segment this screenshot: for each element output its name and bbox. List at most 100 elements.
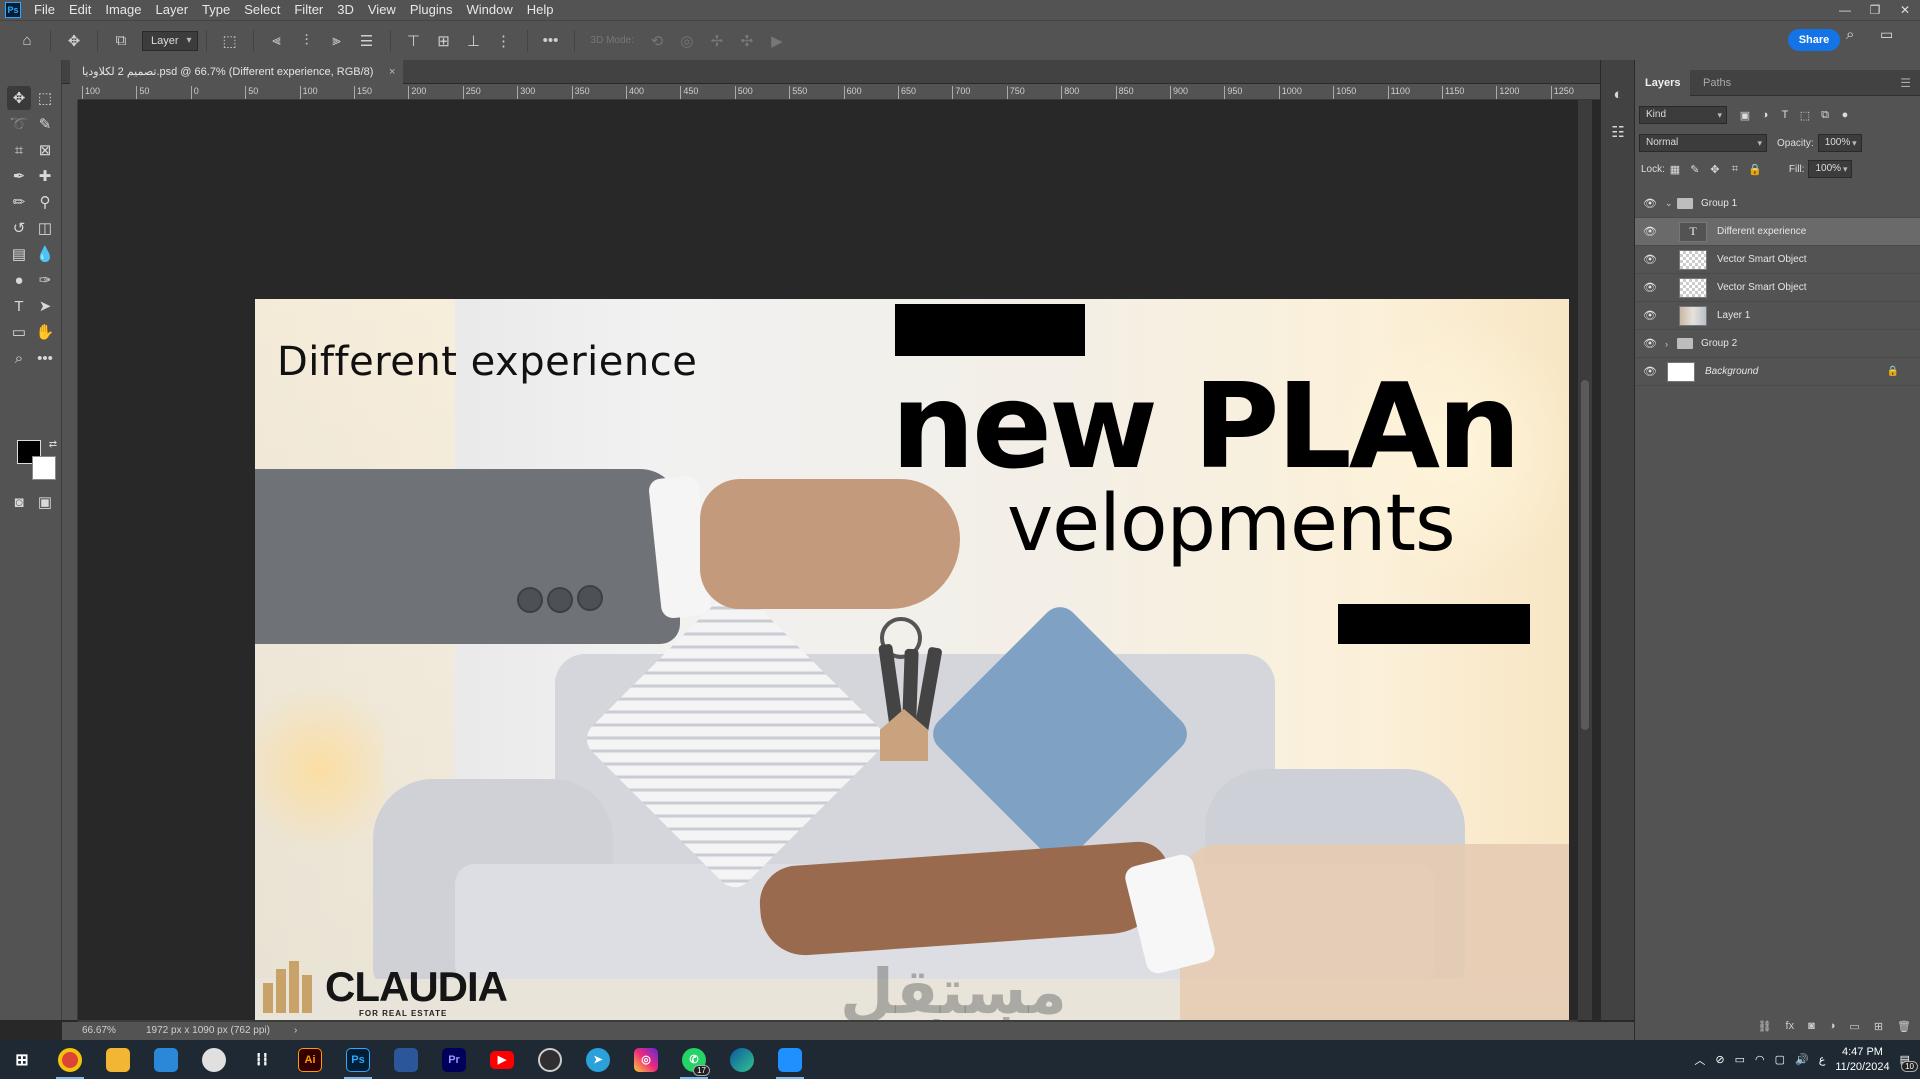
close-window-icon[interactable]: ✕ xyxy=(1890,0,1920,20)
blur-tool-icon[interactable]: 💧 xyxy=(33,242,57,266)
horizontal-ruler[interactable]: 100 50 0 50 100 150 200 250 300 350 400 450 500 550 60… xyxy=(78,84,1634,100)
visibility-eye-icon[interactable]: 👁 xyxy=(1635,281,1665,294)
menu-filter[interactable]: Filter xyxy=(287,0,330,20)
share-button[interactable]: Share xyxy=(1788,29,1840,51)
menu-file[interactable]: File xyxy=(27,0,62,20)
photos-icon[interactable] xyxy=(770,1040,810,1079)
tray-expand-icon[interactable]: ︿ xyxy=(1694,1052,1705,1068)
home-icon[interactable]: ⌂ xyxy=(14,28,40,54)
align-right-icon[interactable]: ⫸ xyxy=(324,28,350,54)
zoom-tool-icon[interactable]: ⌕ xyxy=(7,346,31,370)
tray-display-icon[interactable]: ▢ xyxy=(1775,1053,1785,1066)
move-tool-icon[interactable]: ✥ xyxy=(61,28,87,54)
align-center-icon[interactable]: ⫶ xyxy=(294,28,320,54)
fx-icon[interactable]: fx xyxy=(1786,1020,1795,1032)
tab-layers[interactable]: Layers xyxy=(1635,70,1691,96)
instagram-icon[interactable]: ◎ xyxy=(626,1040,666,1079)
tray-wifi-icon[interactable]: ◠ xyxy=(1755,1053,1765,1066)
premiere-icon[interactable]: Pr xyxy=(434,1040,474,1079)
layer-row-vector-smart-object[interactable]: 👁 Vector Smart Object xyxy=(1635,274,1920,302)
panel-menu-icon[interactable]: ☰ xyxy=(1890,70,1920,96)
new-group-icon[interactable]: ▭ xyxy=(1849,1020,1859,1033)
link-layers-icon[interactable]: ⛓ xyxy=(1758,1020,1772,1033)
3d-pan-icon[interactable]: ✢ xyxy=(704,28,730,54)
tray-language[interactable]: ع xyxy=(1819,1053,1826,1066)
gradient-tool-icon[interactable]: ▤ xyxy=(7,242,31,266)
illustrator-icon[interactable]: Ai xyxy=(290,1040,330,1079)
lock-pixels-icon[interactable]: ✎ xyxy=(1685,163,1705,176)
filter-shape-icon[interactable]: ⬚ xyxy=(1795,109,1815,122)
move-tool-icon[interactable]: ✥ xyxy=(7,86,31,110)
document-app-icon[interactable] xyxy=(386,1040,426,1079)
3d-slide-icon[interactable]: ✣ xyxy=(734,28,760,54)
background-color-swatch[interactable] xyxy=(32,456,56,480)
menu-layer[interactable]: Layer xyxy=(149,0,196,20)
eyedropper-tool-icon[interactable]: ✒ xyxy=(7,164,31,188)
3d-camera-icon[interactable]: ▶ xyxy=(764,28,790,54)
fill-input[interactable]: 100% xyxy=(1808,160,1853,178)
blend-mode-dropdown[interactable]: Normal xyxy=(1639,134,1767,152)
whatsapp-icon[interactable]: ✆ 17 xyxy=(674,1040,714,1079)
filter-type-icon[interactable]: T xyxy=(1775,109,1795,121)
telegram-icon[interactable]: ➤ xyxy=(578,1040,618,1079)
visibility-eye-icon[interactable]: 👁 xyxy=(1635,337,1665,350)
auto-select-icon[interactable]: ⧉ xyxy=(108,28,134,54)
visibility-eye-icon[interactable]: 👁 xyxy=(1635,225,1665,238)
layer-row-group-2[interactable]: 👁 › Group 2 xyxy=(1635,330,1920,358)
align-left-icon[interactable]: ⫷ xyxy=(264,28,290,54)
taskbar-clock[interactable]: 4:47 PM 11/20/2024 xyxy=(1835,1045,1889,1075)
opacity-input[interactable]: 100% xyxy=(1817,134,1862,152)
delete-layer-icon[interactable]: 🗑 xyxy=(1897,1020,1911,1033)
adjustment-layer-icon[interactable]: ◑ xyxy=(1829,1020,1836,1032)
lock-transparency-icon[interactable]: ▦ xyxy=(1665,163,1685,176)
layer-row-layer-1[interactable]: 👁 Layer 1 xyxy=(1635,302,1920,330)
more-options-icon[interactable]: ••• xyxy=(538,28,564,54)
menu-edit[interactable]: Edit xyxy=(62,0,98,20)
menu-type[interactable]: Type xyxy=(195,0,237,20)
screen-mode-icon[interactable]: ▣ xyxy=(33,490,57,514)
align-top-icon[interactable]: ⊤ xyxy=(401,28,427,54)
vertical-scrollbar[interactable] xyxy=(1578,100,1592,1020)
quick-mask-icon[interactable]: ◙ xyxy=(7,490,31,514)
new-layer-icon[interactable]: ⊞ xyxy=(1874,1020,1883,1033)
obs-icon[interactable] xyxy=(530,1040,570,1079)
visibility-eye-icon[interactable]: 👁 xyxy=(1635,309,1665,322)
menu-help[interactable]: Help xyxy=(520,0,561,20)
lock-icon[interactable]: 🔒 xyxy=(1887,366,1899,377)
lock-artboard-icon[interactable]: ⌗ xyxy=(1725,163,1745,176)
visibility-eye-icon[interactable]: 👁 xyxy=(1635,365,1665,378)
tray-volume-icon[interactable]: 🔊 xyxy=(1795,1053,1809,1066)
expand-caret-icon[interactable]: ⌄ xyxy=(1665,198,1677,209)
visibility-eye-icon[interactable]: 👁 xyxy=(1635,197,1665,210)
audio-app-icon[interactable]: ┇┇ xyxy=(242,1040,282,1079)
align-bottom-icon[interactable]: ⊥ xyxy=(461,28,487,54)
minimize-icon[interactable]: — xyxy=(1830,0,1860,20)
windows-start-icon[interactable]: ⊞ xyxy=(2,1040,42,1079)
tray-battery-icon[interactable]: ▭ xyxy=(1735,1053,1745,1066)
menu-window[interactable]: Window xyxy=(459,0,519,20)
hand-tool-icon[interactable]: ✋ xyxy=(33,320,57,344)
layer-row-different-experience[interactable]: 👁 T Different experience xyxy=(1635,218,1920,246)
menu-view[interactable]: View xyxy=(361,0,403,20)
distribute-vertical-icon[interactable]: ⋮ xyxy=(491,28,517,54)
adjustments-icon[interactable]: ◐ xyxy=(1606,82,1630,106)
vertical-scroll-thumb[interactable] xyxy=(1581,380,1589,730)
transform-controls-icon[interactable]: ⬚ xyxy=(217,28,243,54)
file-explorer-icon[interactable] xyxy=(98,1040,138,1079)
document-tab[interactable]: تصميم 2 لكلاوديا.psd @ 66.7% (Different … xyxy=(70,60,404,84)
status-chevron-icon[interactable]: › xyxy=(294,1022,297,1040)
layer-row-group-1[interactable]: 👁 ⌄ Group 1 xyxy=(1635,190,1920,218)
lasso-tool-icon[interactable]: ➰ xyxy=(7,112,31,136)
paint-3d-icon[interactable] xyxy=(194,1040,234,1079)
microsoft-store-icon[interactable] xyxy=(146,1040,186,1079)
menu-3d[interactable]: 3D xyxy=(330,0,361,20)
search-icon[interactable]: ⌕ xyxy=(1846,26,1854,43)
properties-icon[interactable]: ☷ xyxy=(1606,120,1630,144)
pen-tool-icon[interactable]: ✑ xyxy=(33,268,57,292)
history-brush-icon[interactable]: ↺ xyxy=(7,216,31,240)
filter-pixel-icon[interactable]: ▣ xyxy=(1735,109,1755,122)
lock-position-icon[interactable]: ✥ xyxy=(1705,163,1725,176)
restore-icon[interactable]: ❐ xyxy=(1860,0,1890,20)
lock-all-icon[interactable]: 🔒 xyxy=(1745,163,1765,176)
rectangle-tool-icon[interactable]: ▭ xyxy=(7,320,31,344)
